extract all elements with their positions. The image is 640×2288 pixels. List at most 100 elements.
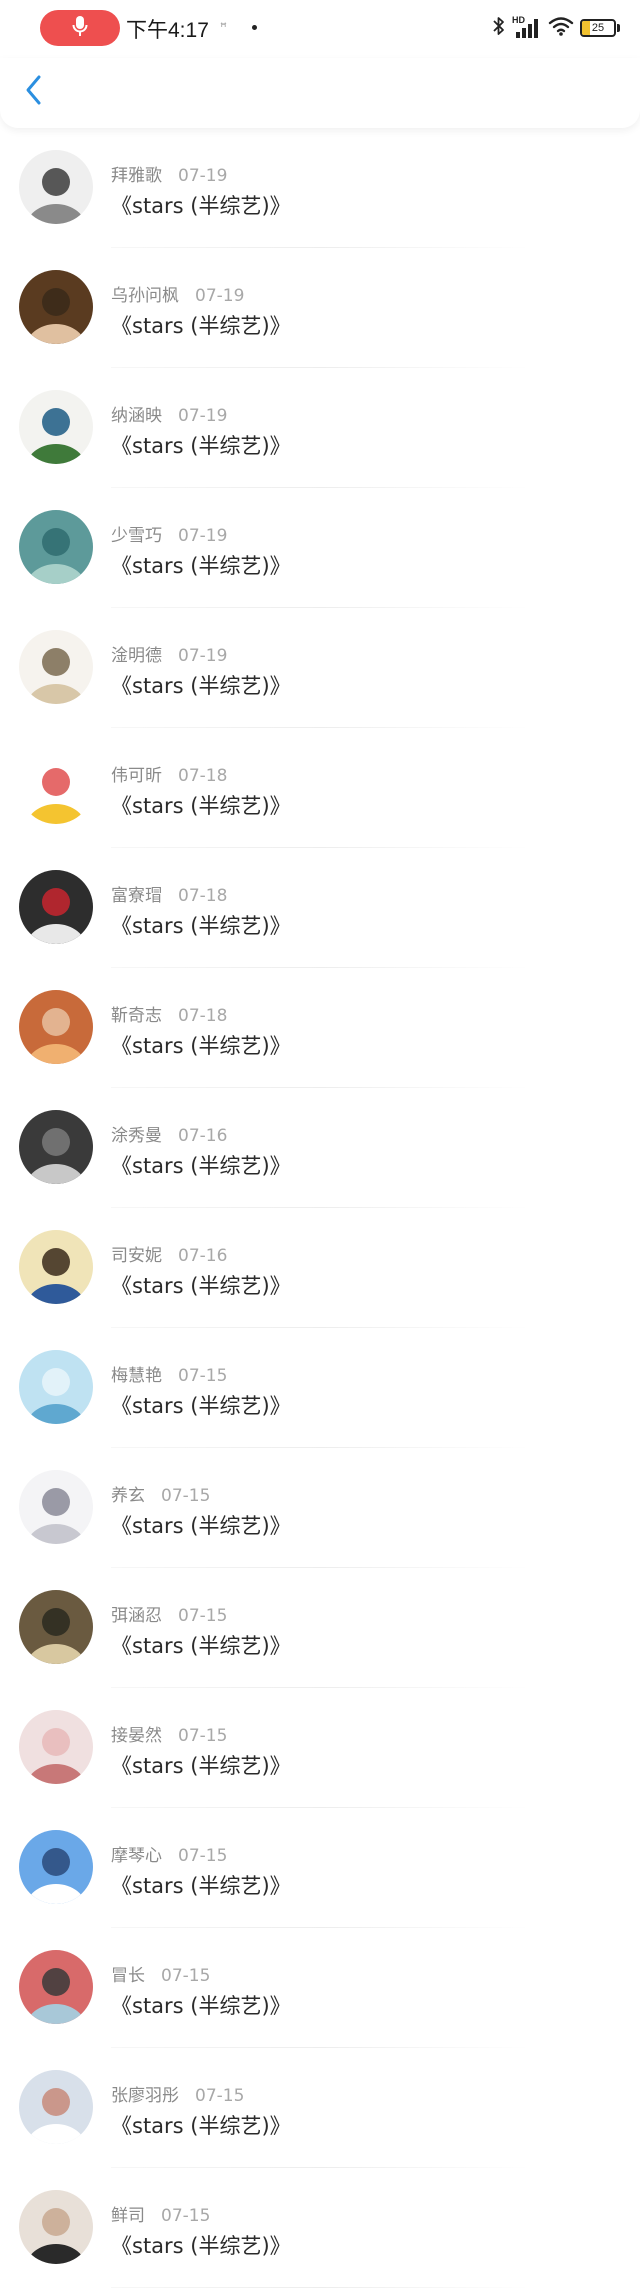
username[interactable]: 张廖羽彤 — [111, 2086, 179, 2106]
username[interactable]: 涂秀曼 — [111, 1126, 162, 1146]
username[interactable]: 冒长 — [111, 1966, 145, 1986]
comment-meta: 富寮瑁 07-18 — [111, 881, 227, 906]
avatar[interactable] — [19, 1590, 93, 1664]
username[interactable]: 富寮瑁 — [111, 886, 162, 906]
notification-icon: ꟸ — [220, 20, 227, 34]
comment-meta: 摩琴心 07-15 — [111, 1841, 227, 1866]
microphone-indicator[interactable] — [40, 10, 120, 46]
comment-list: 拜雅歌 07-19 《stars (半综艺)》 乌孙问枫 07-19 《stars (半综… — [0, 128, 640, 2288]
list-item[interactable]: 拜雅歌 07-19 《stars (半综艺)》 — [0, 128, 640, 248]
comment-date: 07-15 — [178, 1606, 228, 1626]
avatar[interactable] — [19, 750, 93, 824]
comment-date: 07-18 — [178, 766, 228, 786]
username[interactable]: 乌孙问枫 — [111, 286, 179, 306]
list-item[interactable]: 鲜司 07-15 《stars (半综艺)》 — [0, 2168, 640, 2288]
battery-icon: 25 — [580, 19, 616, 37]
header — [0, 58, 640, 128]
comment-text: 《stars (半综艺)》 — [111, 1394, 291, 1418]
username[interactable]: 接晏然 — [111, 1726, 162, 1746]
comment-date: 07-16 — [178, 1126, 228, 1146]
username[interactable]: 淦明德 — [111, 646, 162, 666]
comment-text: 《stars (半综艺)》 — [111, 1514, 291, 1538]
list-item[interactable]: 弭涵忍 07-15 《stars (半综艺)》 — [0, 1568, 640, 1688]
list-item[interactable]: 冒长 07-15 《stars (半综艺)》 — [0, 1928, 640, 2048]
bluetooth-icon — [492, 15, 506, 41]
chevron-left-icon — [24, 74, 44, 110]
comment-text: 《stars (半综艺)》 — [111, 794, 291, 818]
username[interactable]: 司安妮 — [111, 1246, 162, 1266]
list-item[interactable]: 接晏然 07-15 《stars (半综艺)》 — [0, 1688, 640, 1808]
back-button[interactable] — [14, 72, 54, 112]
notification-dot — [252, 25, 257, 30]
avatar[interactable] — [19, 2190, 93, 2264]
list-item[interactable]: 养玄 07-15 《stars (半综艺)》 — [0, 1448, 640, 1568]
battery-level: 25 — [591, 22, 605, 34]
list-item[interactable]: 梅慧艳 07-15 《stars (半综艺)》 — [0, 1328, 640, 1448]
list-item[interactable]: 靳奇志 07-18 《stars (半综艺)》 — [0, 968, 640, 1088]
battery-level-fill — [582, 21, 590, 35]
avatar[interactable] — [19, 630, 93, 704]
username[interactable]: 纳涵映 — [111, 406, 162, 426]
comment-date: 07-15 — [178, 1846, 228, 1866]
username[interactable]: 拜雅歌 — [111, 166, 162, 186]
comment-date: 07-15 — [161, 1966, 211, 1986]
comment-date: 07-15 — [178, 1366, 228, 1386]
comment-meta: 纳涵映 07-19 — [111, 401, 227, 426]
username[interactable]: 梅慧艳 — [111, 1366, 162, 1386]
username[interactable]: 鲜司 — [111, 2206, 145, 2226]
list-item[interactable]: 司安妮 07-16 《stars (半综艺)》 — [0, 1208, 640, 1328]
avatar[interactable] — [19, 1230, 93, 1304]
avatar[interactable] — [19, 510, 93, 584]
comment-date: 07-19 — [178, 406, 228, 426]
avatar[interactable] — [19, 390, 93, 464]
comment-meta: 涂秀曼 07-16 — [111, 1121, 227, 1146]
microphone-icon — [72, 15, 88, 41]
avatar[interactable] — [19, 1710, 93, 1784]
avatar[interactable] — [19, 1350, 93, 1424]
status-bar: 下午4:17 ꟸ HD 25 — [0, 0, 640, 58]
username[interactable]: 摩琴心 — [111, 1846, 162, 1866]
comment-meta: 养玄 07-15 — [111, 1481, 210, 1506]
list-item[interactable]: 摩琴心 07-15 《stars (半综艺)》 — [0, 1808, 640, 1928]
avatar[interactable] — [19, 1470, 93, 1544]
avatar[interactable] — [19, 2070, 93, 2144]
avatar[interactable] — [19, 1830, 93, 1904]
comment-text: 《stars (半综艺)》 — [111, 194, 291, 218]
avatar[interactable] — [19, 150, 93, 224]
list-item[interactable]: 纳涵映 07-19 《stars (半综艺)》 — [0, 368, 640, 488]
comment-meta: 少雪巧 07-19 — [111, 521, 227, 546]
comment-date: 07-19 — [178, 526, 228, 546]
list-item[interactable]: 少雪巧 07-19 《stars (半综艺)》 — [0, 488, 640, 608]
comment-text: 《stars (半综艺)》 — [111, 2114, 291, 2138]
username[interactable]: 弭涵忍 — [111, 1606, 162, 1626]
avatar[interactable] — [19, 870, 93, 944]
avatar[interactable] — [19, 1950, 93, 2024]
comment-date: 07-15 — [161, 1486, 211, 1506]
list-item[interactable]: 涂秀曼 07-16 《stars (半综艺)》 — [0, 1088, 640, 1208]
comment-meta: 接晏然 07-15 — [111, 1721, 227, 1746]
comment-meta: 司安妮 07-16 — [111, 1241, 227, 1266]
list-item[interactable]: 富寮瑁 07-18 《stars (半综艺)》 — [0, 848, 640, 968]
avatar[interactable] — [19, 1110, 93, 1184]
comment-text: 《stars (半综艺)》 — [111, 314, 291, 338]
comment-text: 《stars (半综艺)》 — [111, 1874, 291, 1898]
comment-date: 07-15 — [161, 2206, 211, 2226]
comment-text: 《stars (半综艺)》 — [111, 1634, 291, 1658]
comment-text: 《stars (半综艺)》 — [111, 1154, 291, 1178]
comment-text: 《stars (半综艺)》 — [111, 1754, 291, 1778]
list-item[interactable]: 张廖羽彤 07-15 《stars (半综艺)》 — [0, 2048, 640, 2168]
list-item[interactable]: 乌孙问枫 07-19 《stars (半综艺)》 — [0, 248, 640, 368]
list-item[interactable]: 伟可昕 07-18 《stars (半综艺)》 — [0, 728, 640, 848]
avatar[interactable] — [19, 990, 93, 1064]
avatar[interactable] — [19, 270, 93, 344]
signal-icon: HD — [512, 15, 542, 40]
username[interactable]: 伟可昕 — [111, 766, 162, 786]
username[interactable]: 靳奇志 — [111, 1006, 162, 1026]
comment-date: 07-19 — [195, 286, 245, 306]
list-item[interactable]: 淦明德 07-19 《stars (半综艺)》 — [0, 608, 640, 728]
username[interactable]: 养玄 — [111, 1486, 145, 1506]
comment-meta: 乌孙问枫 07-19 — [111, 281, 244, 306]
wifi-icon — [548, 15, 574, 41]
comment-meta: 梅慧艳 07-15 — [111, 1361, 227, 1386]
username[interactable]: 少雪巧 — [111, 526, 162, 546]
